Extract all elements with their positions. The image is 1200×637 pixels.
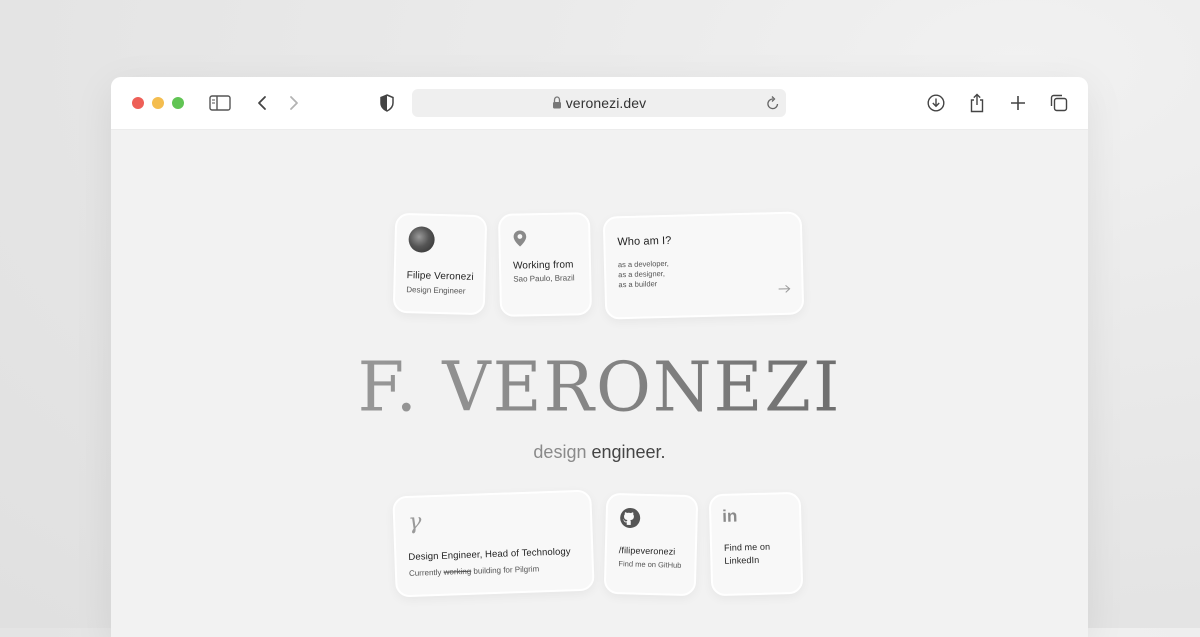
- tabs-icon[interactable]: [1047, 91, 1071, 115]
- pilgrim-title: Design Engineer, Head of Technology: [408, 546, 571, 563]
- linkedin-icon: in: [722, 506, 738, 526]
- github-handle: /filipeveronezi: [619, 545, 676, 556]
- about-line-designer: as a designer,: [618, 269, 669, 280]
- tagline-engineer: engineer.: [591, 442, 665, 462]
- linkedin-card[interactable]: in Find me on LinkedIn: [709, 492, 804, 596]
- pilgrim-status-suffix: building for Pilgrim: [473, 564, 539, 575]
- pilgrim-logo-icon: 𝛾: [408, 510, 422, 535]
- reload-icon[interactable]: [766, 95, 780, 116]
- address-url: veronezi.dev: [412, 95, 786, 111]
- maximize-window-button[interactable]: [172, 97, 184, 109]
- arrow-right-icon[interactable]: [777, 281, 790, 299]
- browser-window: veronezi.dev Filipe Veronezi Design Engi…: [111, 77, 1088, 637]
- github-caption: Find me on GitHub: [618, 559, 681, 570]
- minimize-window-button[interactable]: [152, 97, 164, 109]
- hero-tagline: design engineer.: [111, 442, 1088, 463]
- linkedin-line2: LinkedIn: [724, 554, 770, 568]
- profile-card[interactable]: Filipe Veronezi Design Engineer: [393, 213, 488, 315]
- hero-name: F. VERONEZI: [111, 347, 1088, 427]
- location-title: Working from: [513, 259, 574, 271]
- github-card[interactable]: /filipeveronezi Find me on GitHub: [604, 493, 699, 596]
- address-bar[interactable]: veronezi.dev: [412, 89, 786, 117]
- profile-role: Design Engineer: [406, 285, 465, 296]
- tagline-design: design: [533, 442, 586, 462]
- browser-toolbar: veronezi.dev: [111, 77, 1088, 130]
- location-pin-icon: [512, 229, 527, 252]
- pilgrim-status-struck: working: [444, 567, 472, 577]
- pilgrim-card[interactable]: 𝛾 Design Engineer, Head of Technology Cu…: [392, 490, 594, 598]
- pilgrim-status: Currently working building for Pilgrim: [409, 564, 540, 578]
- sidebar-icon[interactable]: [208, 91, 232, 115]
- github-icon: [619, 507, 641, 534]
- shield-icon[interactable]: [375, 91, 399, 115]
- linkedin-text: Find me on LinkedIn: [724, 541, 771, 568]
- pilgrim-status-prefix: Currently: [409, 568, 442, 578]
- about-card[interactable]: Who am I? as a developer, as a designer,…: [603, 211, 805, 319]
- page-content: Filipe Veronezi Design Engineer Working …: [111, 129, 1088, 637]
- close-window-button[interactable]: [132, 97, 144, 109]
- profile-name: Filipe Veronezi: [407, 270, 474, 283]
- forward-icon[interactable]: [282, 91, 306, 115]
- share-icon[interactable]: [965, 91, 989, 115]
- plus-icon[interactable]: [1006, 91, 1030, 115]
- location-place: Sao Paulo, Brazil: [513, 273, 575, 283]
- linkedin-line1: Find me on: [724, 541, 770, 555]
- about-line-builder: as a builder: [618, 279, 669, 290]
- about-title: Who am I?: [617, 235, 671, 248]
- about-lines: as a developer, as a designer, as a buil…: [618, 259, 670, 290]
- download-icon[interactable]: [924, 91, 948, 115]
- location-card[interactable]: Working from Sao Paulo, Brazil: [498, 212, 592, 317]
- avatar: [408, 226, 435, 253]
- back-icon[interactable]: [250, 91, 274, 115]
